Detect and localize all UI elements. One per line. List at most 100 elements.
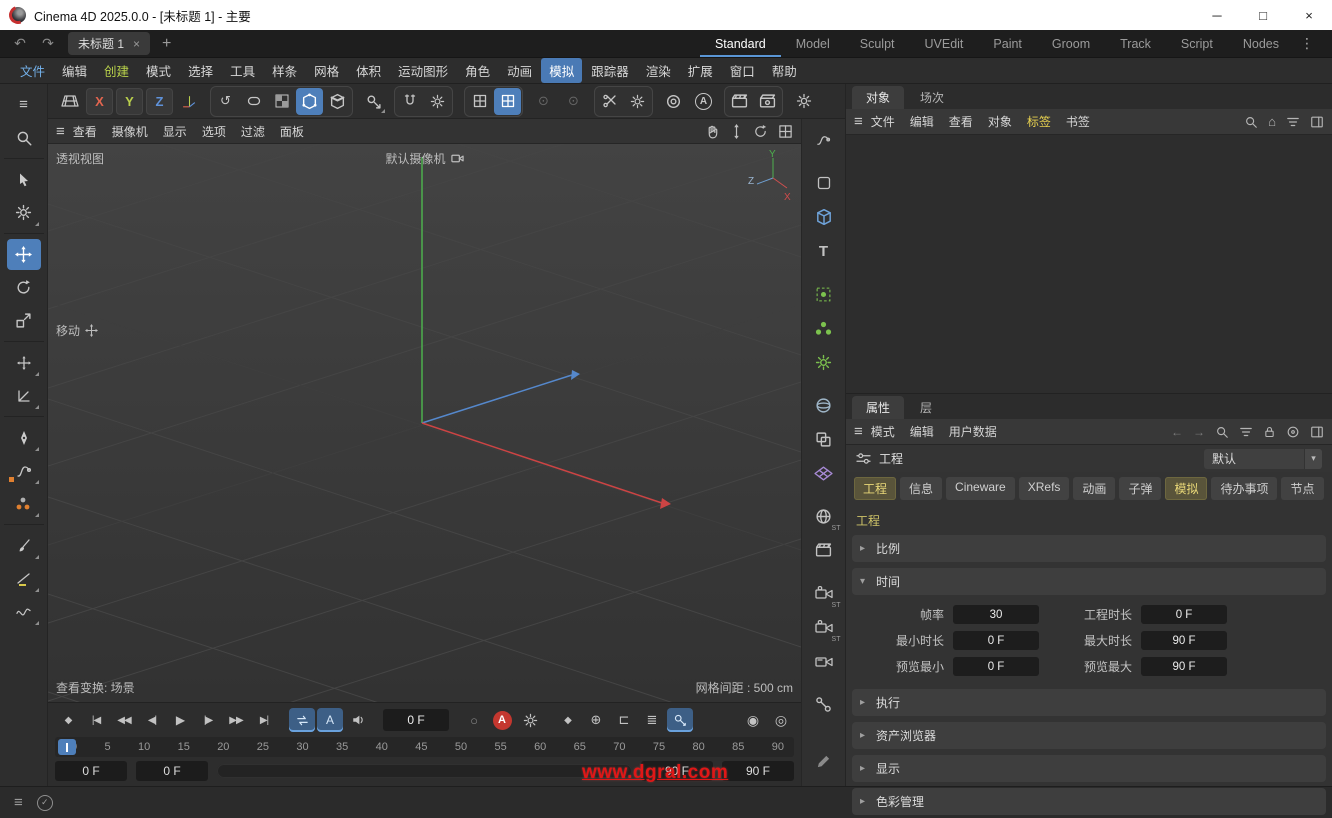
section-time[interactable]: ▾ 时间: [852, 568, 1326, 595]
cut-tool-icon[interactable]: [596, 88, 623, 115]
autokey-range-button[interactable]: A: [317, 708, 343, 732]
menu-tools[interactable]: 工具: [222, 58, 263, 83]
dynamics-gear-icon[interactable]: [807, 347, 841, 377]
brush-tool[interactable]: [7, 530, 41, 561]
vp-menu-filter[interactable]: 过滤: [234, 121, 272, 142]
tab-takes[interactable]: 场次: [906, 86, 958, 109]
preset-dropdown[interactable]: 默认 ▾: [1204, 448, 1322, 469]
workplane-modifier-icon[interactable]: [807, 458, 841, 488]
attr-lock-icon[interactable]: [1263, 425, 1276, 439]
goto-start-button[interactable]: |◀: [83, 708, 109, 732]
camera-crane-icon[interactable]: [807, 646, 841, 676]
playhead[interactable]: [58, 739, 76, 755]
viewport[interactable]: 透视视图 默认摄像机 移动 查看变换: 场景 网格间距 : 500 cm Y Z…: [48, 144, 801, 702]
keyframe-nav-icon[interactable]: ◆: [555, 708, 581, 732]
layout-menu-icon[interactable]: ⋮: [1294, 35, 1324, 52]
cat-info[interactable]: 信息: [900, 477, 943, 500]
select-tool[interactable]: [7, 164, 41, 195]
axis-modify-icon[interactable]: [396, 88, 423, 115]
next-frame-button[interactable]: |▶: [195, 708, 221, 732]
scale-tool[interactable]: [7, 305, 41, 336]
object-list[interactable]: [846, 135, 1332, 393]
zoom-tool[interactable]: [7, 122, 41, 153]
document-tab[interactable]: 未标题 1 ×: [68, 32, 151, 55]
point-mode-icon[interactable]: [296, 87, 323, 115]
preview-start-field[interactable]: 0 F: [136, 761, 208, 781]
frame-ruler[interactable]: 0 5 10 15 20 25 30 35 40 45 50 55: [55, 737, 794, 757]
render-settings-button[interactable]: [790, 88, 817, 115]
om-home-icon[interactable]: ⌂: [1268, 114, 1276, 129]
dropdown-arrow-icon[interactable]: ▾: [1304, 448, 1322, 469]
vp-menu-view[interactable]: 查看: [66, 121, 104, 142]
key-options-button[interactable]: ≣: [639, 708, 665, 732]
tab-layers[interactable]: 层: [906, 396, 946, 419]
cube-primitive-icon[interactable]: [807, 202, 841, 232]
edge-mode-icon[interactable]: [324, 88, 351, 115]
section-asset-browser[interactable]: ▸ 资产浏览器: [852, 722, 1326, 749]
maximize-button[interactable]: □: [1240, 0, 1286, 30]
play-button[interactable]: ▶: [167, 708, 193, 732]
om-menu-view[interactable]: 查看: [942, 111, 980, 132]
cat-bullet[interactable]: 子弹: [1119, 477, 1162, 500]
menu-file[interactable]: 文件: [12, 58, 53, 83]
attr-menu-icon[interactable]: ≡: [854, 423, 863, 440]
om-menu-tags[interactable]: 标签: [1020, 111, 1058, 132]
goto-end-button[interactable]: ▶|: [251, 708, 277, 732]
layout-tab-paint[interactable]: Paint: [978, 30, 1037, 57]
convert-editable-icon[interactable]: ↺: [212, 88, 239, 115]
range-start-field[interactable]: 0 F: [55, 761, 127, 781]
add-key-button[interactable]: ⊕: [583, 708, 609, 732]
om-menu-file[interactable]: 文件: [864, 111, 902, 132]
keying-settings-button[interactable]: [517, 708, 543, 732]
sound-button[interactable]: [345, 708, 371, 732]
layout-tab-uvedit[interactable]: UVEdit: [910, 30, 979, 57]
joint-tool-icon[interactable]: [807, 689, 841, 719]
close-tab-icon[interactable]: ×: [133, 37, 140, 51]
mode-icon[interactable]: [856, 452, 871, 465]
pen-tool[interactable]: [7, 422, 41, 453]
om-search-icon[interactable]: [1244, 115, 1258, 129]
menu-help[interactable]: 帮助: [764, 58, 805, 83]
attr-menu-userdata[interactable]: 用户数据: [942, 421, 1004, 442]
menu-select[interactable]: 选择: [180, 58, 221, 83]
particle-emitter-icon[interactable]: [807, 279, 841, 309]
menu-spline[interactable]: 样条: [264, 58, 305, 83]
forward-icon[interactable]: ↷: [36, 35, 60, 52]
coordinate-system-icon[interactable]: [176, 88, 203, 115]
snap-icon[interactable]: [466, 88, 493, 115]
mograph-cloner-icon[interactable]: [807, 313, 841, 343]
camera-target-icon[interactable]: ST: [807, 612, 841, 643]
minimize-button[interactable]: ─: [1194, 0, 1240, 30]
om-menu-edit[interactable]: 编辑: [903, 111, 941, 132]
attr-search-icon[interactable]: [1215, 425, 1229, 439]
section-color-management[interactable]: ▸ 色彩管理: [852, 788, 1326, 815]
lock-y-axis-button[interactable]: Y: [116, 87, 143, 115]
playback-speed-icon[interactable]: ◎: [768, 708, 794, 732]
guide-icon[interactable]: ⊙: [530, 88, 557, 115]
workplane-icon[interactable]: [56, 88, 83, 115]
orbit-rotate-icon[interactable]: [753, 124, 768, 139]
attr-filter-icon[interactable]: [1239, 425, 1253, 439]
next-key-button[interactable]: ▶▶: [223, 708, 249, 732]
layout-tab-model[interactable]: Model: [781, 30, 845, 57]
tab-objects[interactable]: 对象: [852, 86, 905, 109]
vp-menu-display[interactable]: 显示: [156, 121, 194, 142]
stage-object-icon[interactable]: [807, 535, 841, 565]
status-menu-icon[interactable]: ≡: [14, 794, 23, 811]
om-menu-bookmarks[interactable]: 书签: [1059, 111, 1097, 132]
current-frame-field[interactable]: 0 F: [383, 709, 449, 731]
tweak-mode-icon[interactable]: [360, 88, 387, 115]
move-tool[interactable]: [6, 239, 41, 270]
record-button[interactable]: ○: [461, 708, 487, 732]
interactive-render-region-icon[interactable]: [660, 88, 687, 115]
new-document-tab-button[interactable]: +: [154, 35, 179, 53]
range-slider-track[interactable]: [217, 764, 632, 778]
menu-create[interactable]: 创建: [96, 58, 137, 83]
lock-z-axis-button[interactable]: Z: [146, 87, 173, 115]
autokey-button[interactable]: A: [489, 708, 515, 732]
move-snap-tool[interactable]: [7, 347, 41, 378]
pan-hand-icon[interactable]: [705, 124, 720, 139]
toggle-quad-view-icon[interactable]: [778, 124, 793, 139]
om-filter-icon[interactable]: [1286, 115, 1300, 129]
attr-menu-mode[interactable]: 模式: [864, 421, 902, 442]
